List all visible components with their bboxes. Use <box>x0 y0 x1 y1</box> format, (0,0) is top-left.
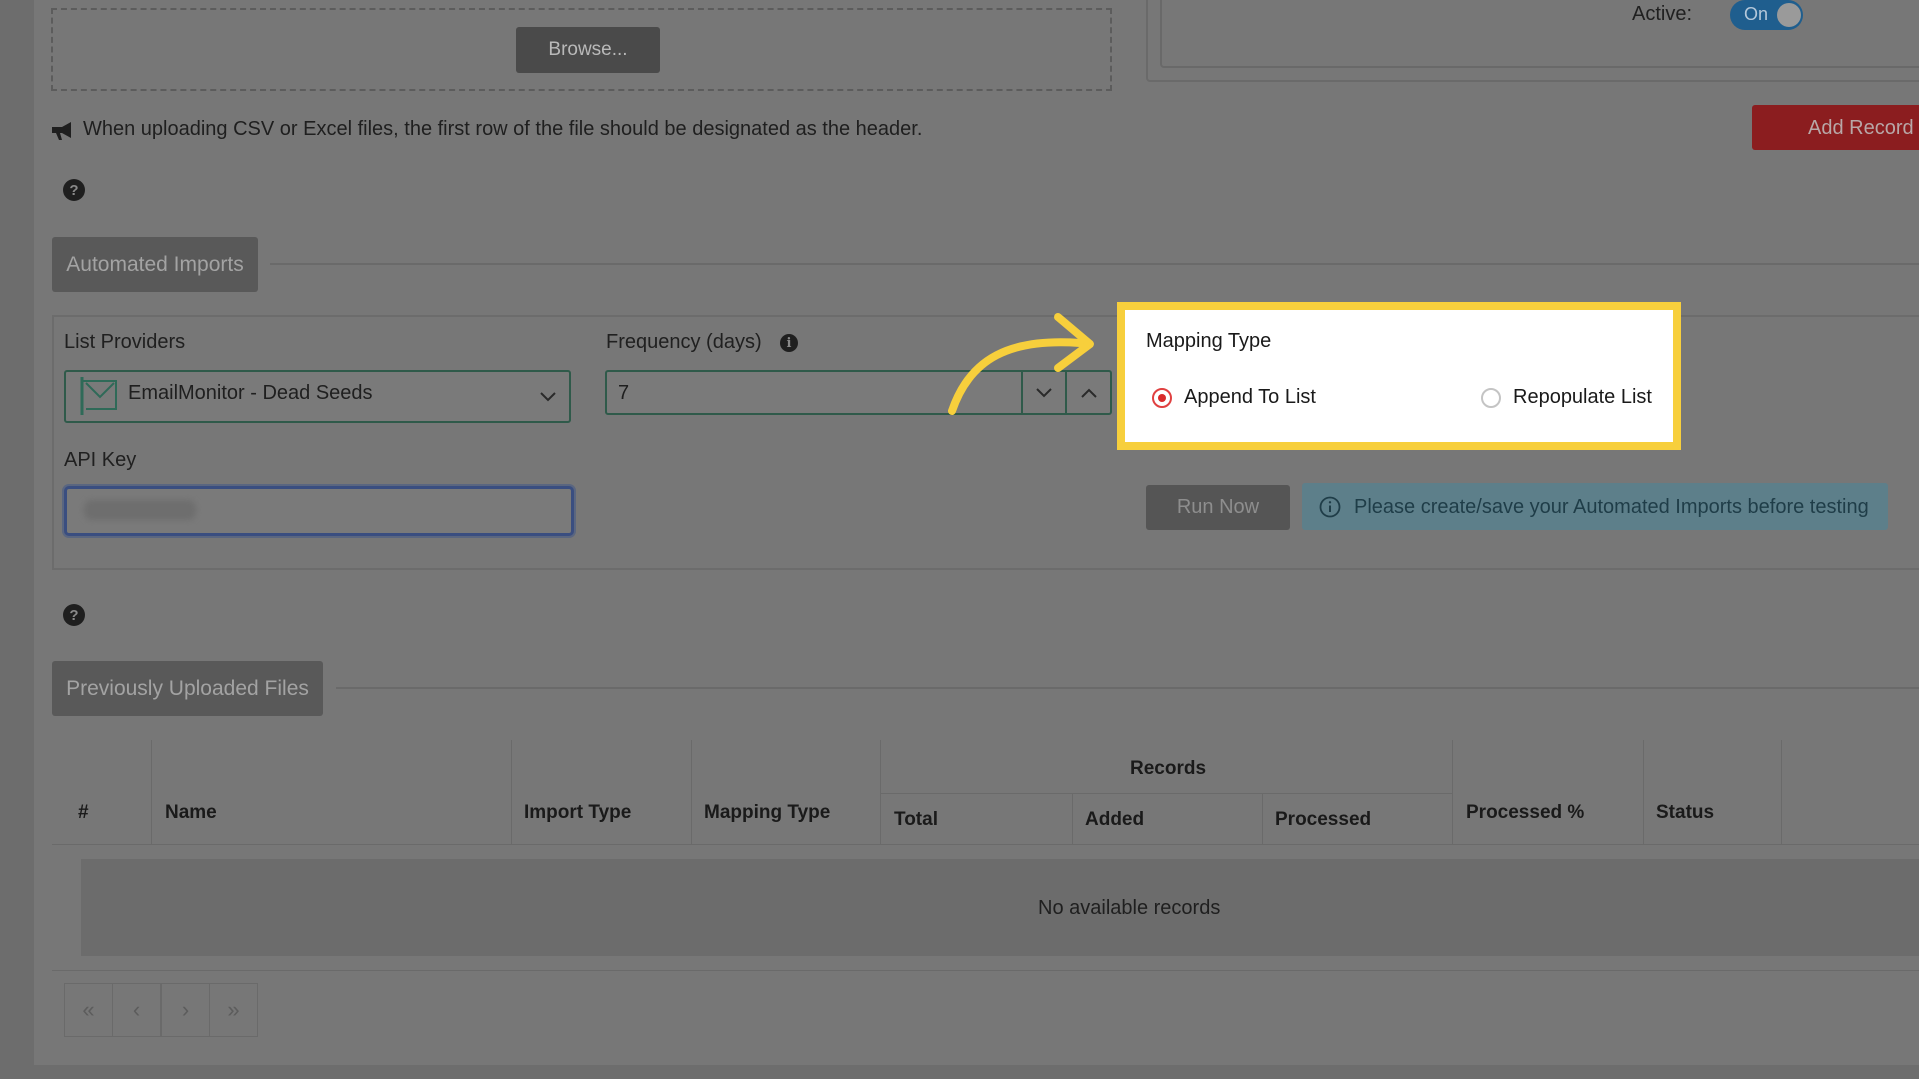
column-divider <box>691 740 692 844</box>
column-divider <box>511 740 512 844</box>
no-records-text: No available records <box>1038 897 1221 919</box>
column-divider <box>151 740 152 844</box>
append-to-list-label[interactable]: Append To List <box>1184 386 1316 409</box>
repopulate-list-label[interactable]: Repopulate List <box>1513 386 1652 409</box>
col-total[interactable]: Total <box>894 809 938 831</box>
info-icon[interactable]: i <box>780 334 798 352</box>
active-panel-inner <box>1160 0 1919 68</box>
header-bottom-rule <box>52 844 1919 845</box>
empty-table-row <box>81 859 1919 956</box>
previously-uploaded-files-tab[interactable]: Previously Uploaded Files <box>52 661 323 716</box>
col-mapping-type[interactable]: Mapping Type <box>704 802 830 824</box>
col-num: # <box>78 802 89 823</box>
column-divider <box>1262 794 1263 844</box>
col-processed[interactable]: Processed <box>1275 809 1371 831</box>
run-now-button[interactable]: Run Now <box>1146 485 1290 530</box>
active-label: Active: <box>1632 3 1693 25</box>
section-divider <box>336 687 1919 689</box>
automated-imports-tab[interactable]: Automated Imports <box>52 237 258 292</box>
column-divider <box>880 740 881 844</box>
test-notice-text: Please create/save your Automated Import… <box>1354 496 1869 518</box>
column-divider <box>1072 794 1073 844</box>
column-divider <box>1452 740 1453 844</box>
toggle-label: On <box>1744 4 1769 24</box>
col-import-type[interactable]: Import Type <box>524 802 631 824</box>
add-record-button[interactable]: Add Record <box>1752 105 1919 150</box>
help-icon[interactable]: ? <box>63 179 85 201</box>
toggle-knob <box>1777 3 1801 27</box>
col-added[interactable]: Added <box>1085 809 1144 831</box>
mapping-type-highlight <box>1117 302 1681 450</box>
section-divider <box>270 263 1919 265</box>
col-records-group: Records <box>1130 758 1207 779</box>
help-icon[interactable]: ? <box>63 604 85 626</box>
records-subheader-rule <box>881 793 1452 794</box>
mapping-type-label: Mapping Type <box>1146 330 1272 352</box>
email-monitor-logo-icon <box>80 377 117 415</box>
table-bottom-rule <box>52 970 1919 971</box>
frequency-value: 7 <box>618 382 630 404</box>
api-key-masked-value <box>84 500 196 520</box>
browse-button[interactable]: Browse... <box>516 27 660 73</box>
info-circle-icon <box>1319 496 1341 518</box>
bottom-edge <box>0 1065 1919 1079</box>
arrow-icon <box>948 313 1094 415</box>
list-providers-label: List Providers <box>64 331 186 353</box>
first-page-button[interactable]: « <box>64 983 113 1037</box>
repopulate-list-radio[interactable] <box>1481 388 1501 408</box>
col-status[interactable]: Status <box>1656 802 1714 824</box>
chevron-down-icon <box>540 392 556 402</box>
prev-page-button[interactable]: ‹ <box>112 983 161 1037</box>
col-processed-pct[interactable]: Processed % <box>1466 802 1584 824</box>
upload-header-notice: When uploading CSV or Excel files, the f… <box>83 118 923 140</box>
append-to-list-radio[interactable] <box>1152 388 1172 408</box>
last-page-button[interactable]: » <box>209 983 258 1037</box>
list-provider-value: EmailMonitor - Dead Seeds <box>128 382 373 404</box>
left-edge <box>0 0 34 1079</box>
megaphone-icon <box>52 122 71 140</box>
api-key-label: API Key <box>64 449 137 471</box>
column-divider <box>1781 740 1782 844</box>
frequency-label: Frequency (days) <box>606 331 762 353</box>
col-name[interactable]: Name <box>165 802 217 824</box>
next-page-button[interactable]: › <box>161 983 210 1037</box>
column-divider <box>1643 740 1644 844</box>
